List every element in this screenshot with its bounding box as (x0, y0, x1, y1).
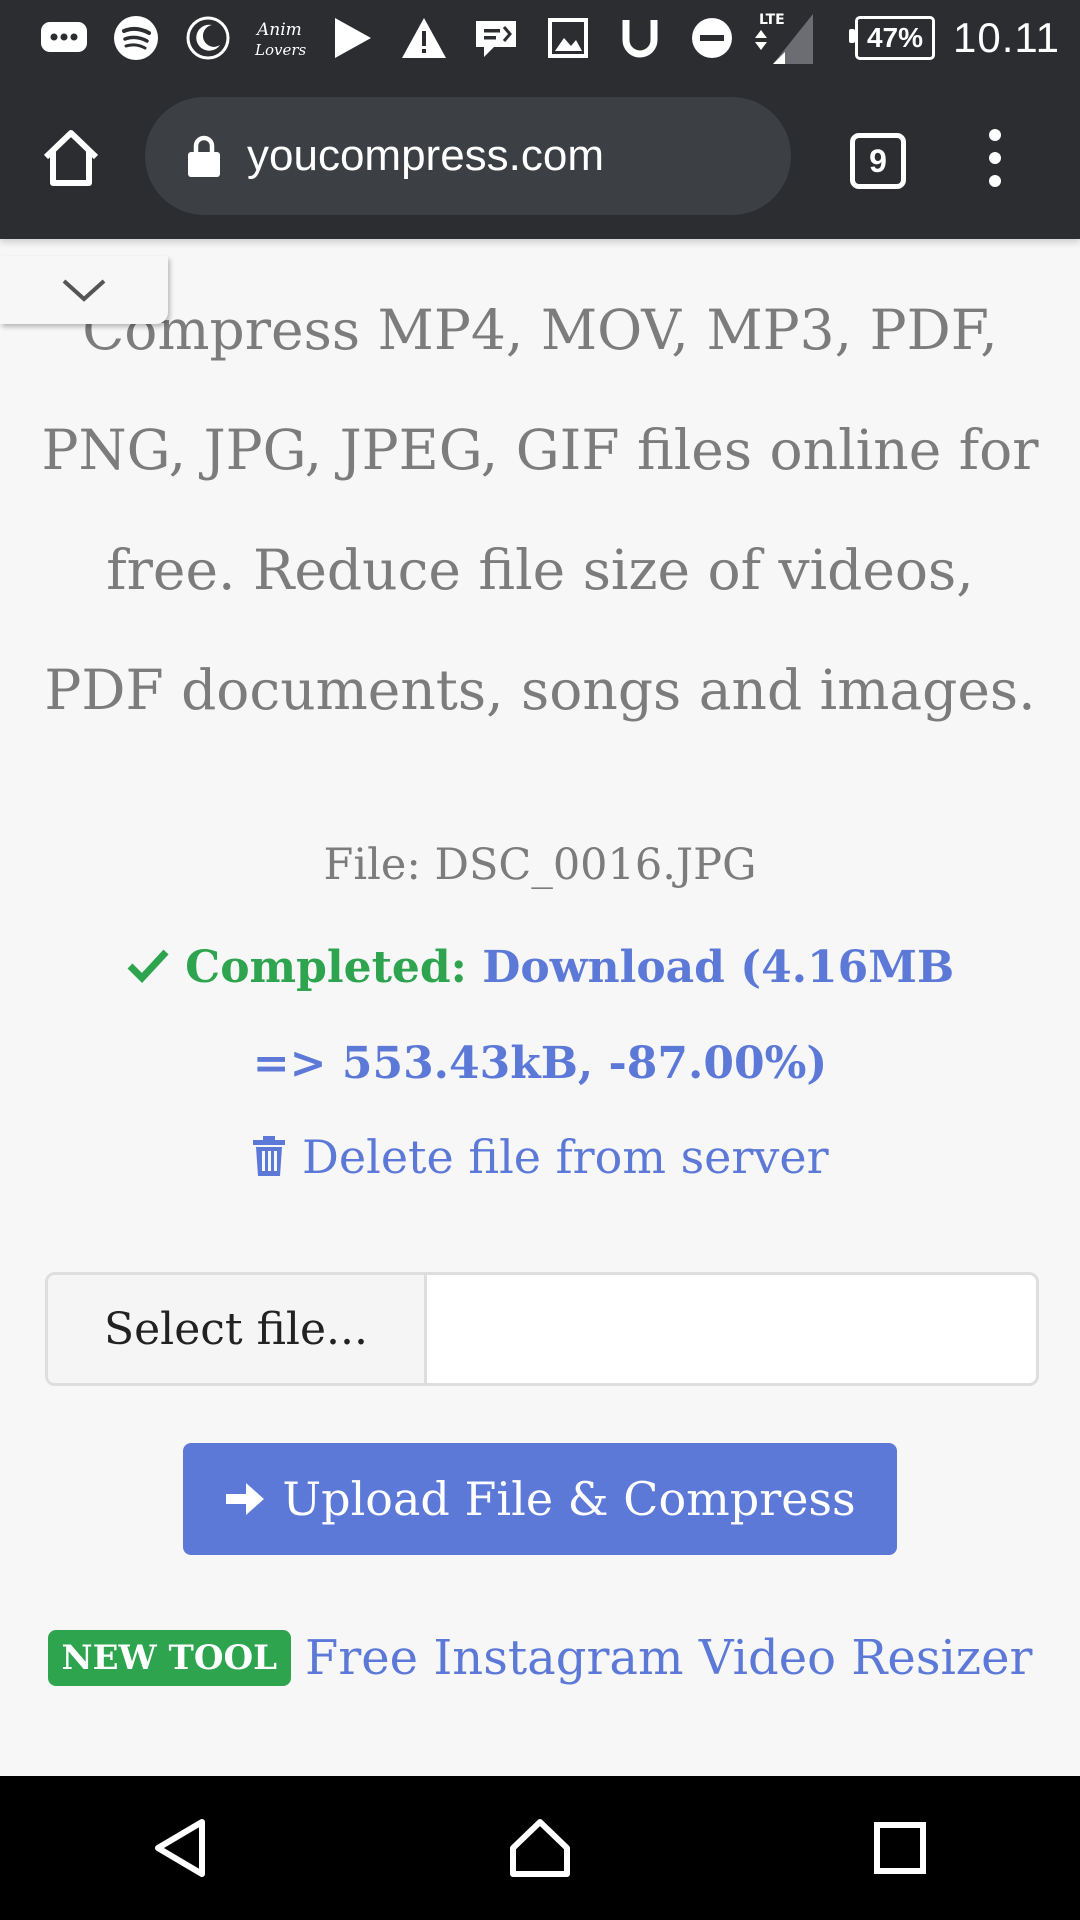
spotify-icon (100, 8, 172, 68)
play-icon (316, 8, 388, 68)
home-button[interactable] (38, 125, 104, 191)
file-picker: Select file... (45, 1272, 1039, 1386)
chevron-down-icon (62, 279, 106, 302)
upload-label: Upload File & Compress (282, 1472, 856, 1526)
back-triangle-icon (155, 1819, 205, 1877)
menu-dot (989, 152, 1001, 164)
completion-status: Completed: Download (4.16MB => 553.43kB,… (100, 920, 980, 1112)
lock-icon (188, 135, 220, 177)
svg-text:Lovers: Lovers (254, 41, 307, 59)
upload-compress-button[interactable]: Upload File & Compress (183, 1443, 897, 1555)
back-button[interactable] (135, 1803, 225, 1893)
battery-indicator: 47% (849, 15, 935, 60)
system-nav-bar (0, 1776, 1080, 1920)
clock: 10.11 (953, 13, 1060, 61)
notification-icons: Anim Lovers LTE (28, 8, 820, 68)
image-icon (532, 8, 604, 68)
delete-file-link[interactable]: Delete file from server (0, 1130, 1080, 1184)
moon-icon (172, 8, 244, 68)
home-icon (43, 130, 99, 186)
collapse-toggle[interactable] (0, 256, 168, 324)
square-icon (874, 1822, 926, 1874)
browser-toolbar: youcompress.com 9 (0, 75, 1080, 239)
file-path-field[interactable] (427, 1275, 1036, 1383)
menu-dot (989, 129, 1001, 141)
select-file-button[interactable]: Select file... (48, 1275, 427, 1383)
message-icon (28, 8, 100, 68)
recents-button[interactable] (855, 1803, 945, 1893)
trash-icon (253, 1136, 286, 1176)
chat-icon (460, 8, 532, 68)
new-tool-badge: NEW TOOL (47, 1630, 292, 1686)
network-label: LTE (759, 12, 785, 28)
warning-icon (388, 8, 460, 68)
new-tool-promo: NEW TOOL Free Instagram Video Resizer (0, 1630, 1080, 1686)
file-name: File: DSC_0016.JPG (323, 840, 757, 890)
tab-switcher-button[interactable]: 9 (850, 133, 906, 189)
u-icon (604, 8, 676, 68)
anim-lovers-icon: Anim Lovers (244, 8, 316, 68)
delete-label: Delete file from server (302, 1130, 829, 1184)
home-outline-icon (510, 1819, 570, 1877)
lte-signal-icon: LTE (748, 8, 820, 68)
svg-text:Anim: Anim (255, 20, 302, 40)
arrow-right-icon (226, 1483, 265, 1515)
page-description: Compress MP4, MOV, MP3, PDF, PNG, JPG, J… (41, 298, 1039, 722)
completed-label: Completed: (185, 942, 467, 993)
check-icon (127, 949, 169, 984)
address-bar[interactable]: youcompress.com (145, 97, 791, 215)
dnd-icon (676, 8, 748, 68)
menu-dot (989, 175, 1001, 187)
url-text: youcompress.com (247, 131, 605, 180)
menu-button[interactable] (980, 129, 1010, 189)
status-bar: Anim Lovers LTE 47% 10.11 (0, 0, 1080, 75)
home-nav-button[interactable] (495, 1803, 585, 1893)
instagram-resizer-link[interactable]: Free Instagram Video Resizer (305, 1630, 1032, 1686)
